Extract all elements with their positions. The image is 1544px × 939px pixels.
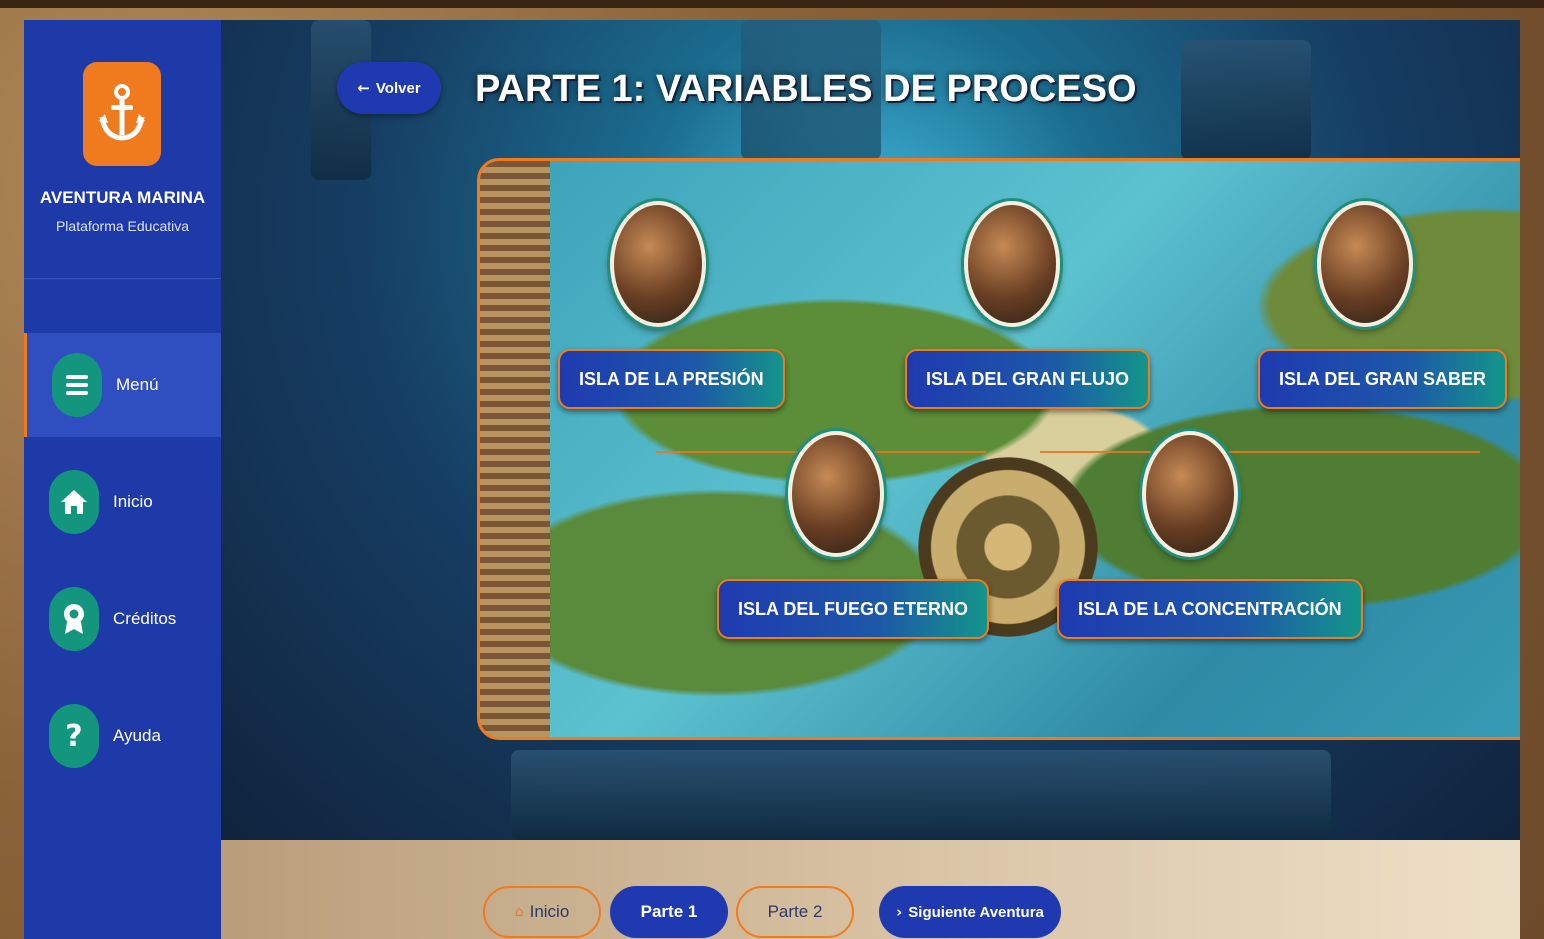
anchor-logo — [83, 62, 161, 166]
tower-decoration — [1181, 40, 1311, 160]
island-concentracion-image[interactable] — [1142, 431, 1238, 557]
next-adventure-button[interactable]: › Siguiente Aventura — [879, 886, 1061, 938]
next-adventure-label: Siguiente Aventura — [908, 903, 1044, 921]
sidebar-item-label: Inicio — [113, 492, 153, 511]
island-gran-saber-image[interactable] — [1317, 201, 1413, 327]
footer-part2-label: Parte 2 — [767, 902, 823, 921]
island-presion-button[interactable]: ISLA DE LA PRESIÓN — [558, 349, 785, 409]
menu-icon — [52, 353, 102, 417]
award-icon — [49, 587, 99, 651]
anchor-icon — [99, 84, 145, 141]
arrow-left-icon: ← — [357, 79, 370, 97]
island-gran-flujo-image[interactable] — [964, 201, 1060, 327]
home-icon — [49, 470, 99, 534]
footer-part1-button[interactable]: Parte 1 — [610, 886, 728, 938]
ship-icon — [1519, 664, 1520, 665]
chevron-right-icon: › — [896, 903, 903, 921]
footer-home-label: Inicio — [529, 902, 570, 921]
island-gran-saber-button[interactable]: ISLA DEL GRAN SABER — [1258, 349, 1508, 409]
scene-background: ← Volver PARTE 1: VARIABLES DE PROCESO I… — [221, 20, 1520, 840]
sidebar-item-menu[interactable]: Menú — [24, 333, 224, 437]
back-button-label: Volver — [375, 79, 421, 97]
route-line — [1040, 451, 1480, 453]
island-fuego-eterno-image[interactable] — [788, 431, 884, 557]
sidebar-item-ayuda[interactable]: ? Ayuda — [24, 684, 221, 788]
machine-decoration — [511, 750, 1331, 840]
home-icon: ⌂ — [514, 904, 524, 920]
sidebar-divider — [24, 278, 221, 279]
sidebar-item-creditos[interactable]: Créditos — [24, 567, 221, 671]
footer-nav: ⌂ Inicio Parte 1 Parte 2 › Siguiente Ave… — [221, 840, 1520, 939]
help-icon: ? — [49, 704, 99, 768]
sidebar-item-label: Ayuda — [113, 726, 161, 745]
brand-title: AVENTURA MARINA — [39, 188, 206, 207]
island-gran-flujo-button[interactable]: ISLA DEL GRAN FLUJO — [905, 349, 1151, 409]
app-window: AVENTURA MARINA Plataforma Educativa Men… — [24, 20, 1520, 939]
footer-part2-button[interactable]: Parte 2 — [736, 886, 854, 938]
page-title: PARTE 1: VARIABLES DE PROCESO — [475, 68, 1137, 110]
footer-home-button[interactable]: ⌂ Inicio — [483, 886, 601, 938]
island-fuego-eterno-button[interactable]: ISLA DEL FUEGO ETERNO — [717, 579, 990, 639]
brand-subtitle: Plataforma Educativa — [55, 218, 190, 234]
sidebar: AVENTURA MARINA Plataforma Educativa Men… — [24, 20, 224, 939]
sidebar-item-label: Menú — [116, 375, 159, 394]
back-button[interactable]: ← Volver — [337, 62, 441, 114]
footer-part1-label: Parte 1 — [640, 902, 698, 921]
island-concentracion-button[interactable]: ISLA DE LA CONCENTRACIÓN — [1057, 579, 1363, 639]
treasure-map: ISLA DE LA PRESIÓN ISLA DEL GRAN FLUJO I… — [477, 158, 1520, 740]
sidebar-item-inicio[interactable]: Inicio — [24, 450, 221, 554]
sidebar-item-label: Créditos — [113, 609, 177, 628]
map-border-left — [480, 161, 550, 737]
island-presion-image[interactable] — [610, 201, 706, 327]
